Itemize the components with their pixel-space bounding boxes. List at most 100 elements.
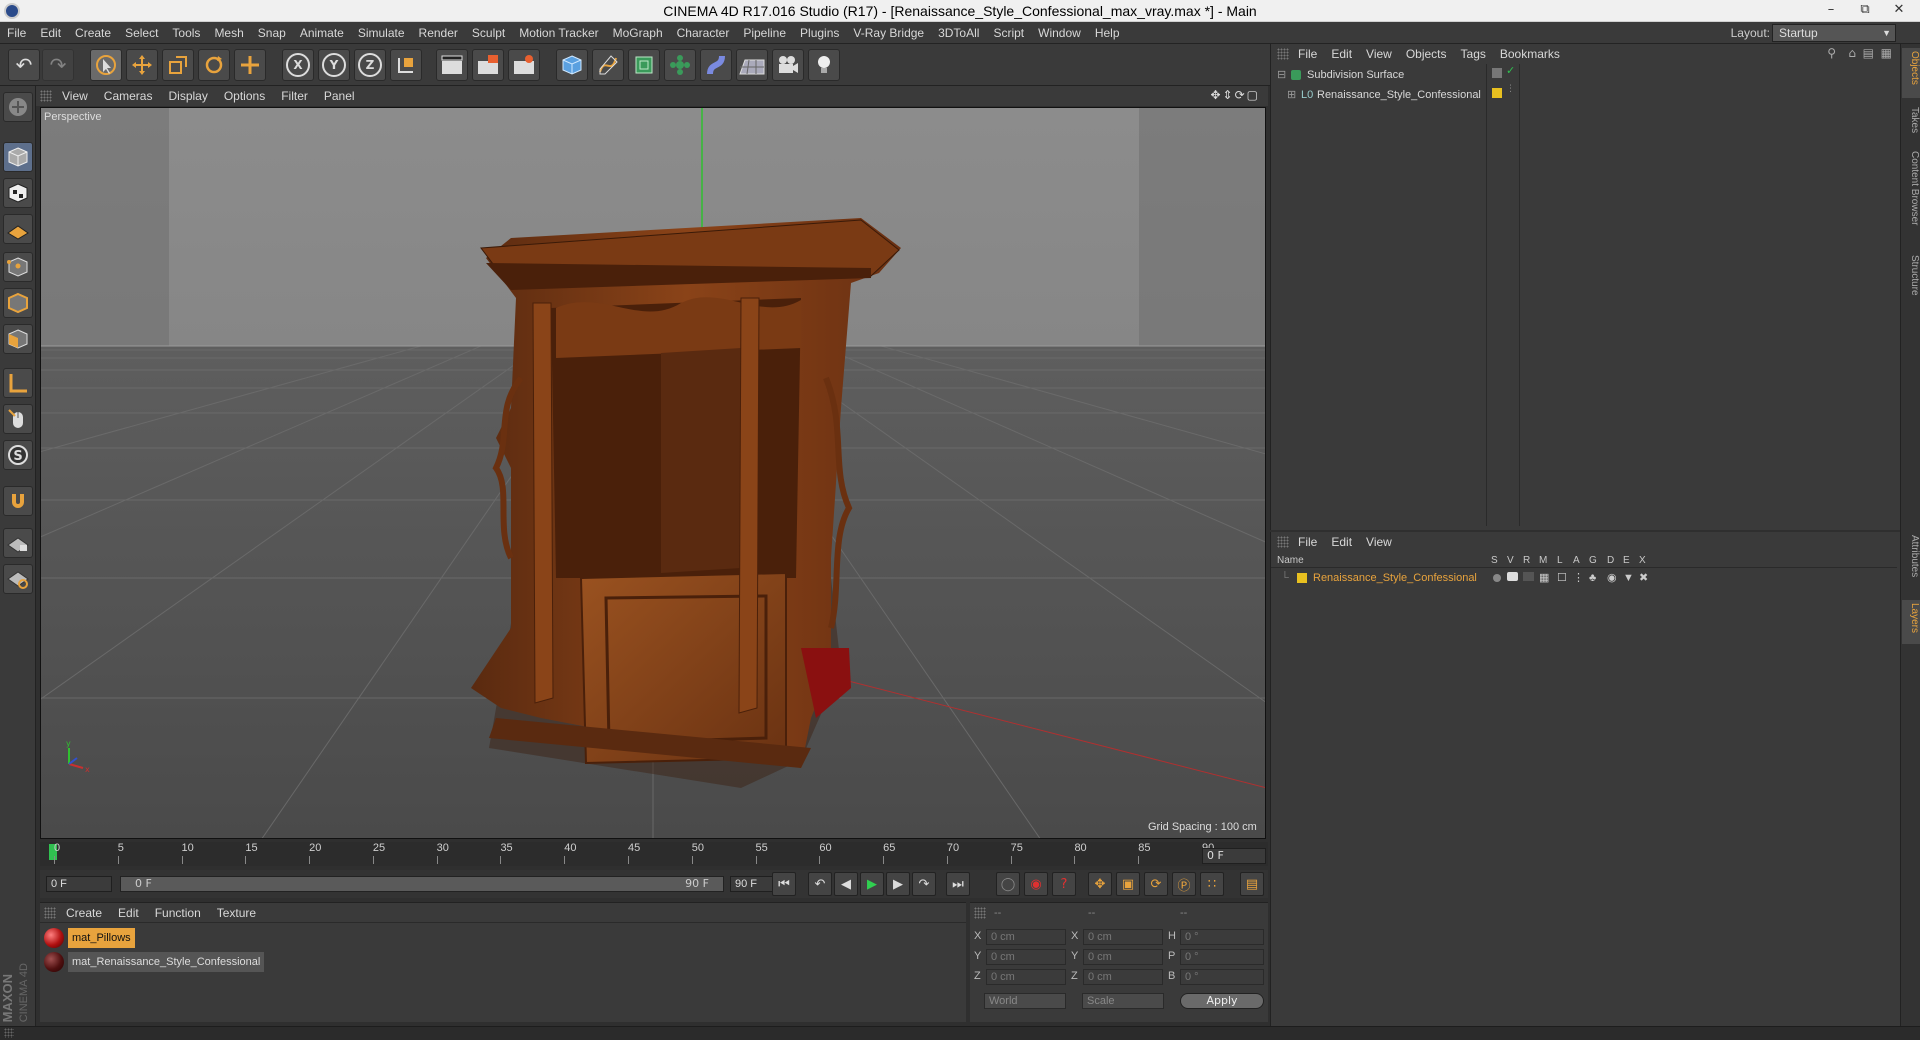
object-row-confessional[interactable]: ⊞ L0 Renaissance_Style_Confessional bbox=[1271, 86, 1487, 104]
viewport-menu-view[interactable]: View bbox=[54, 86, 96, 106]
add-floor-button[interactable] bbox=[736, 49, 768, 81]
y-axis-lock-button[interactable]: Y bbox=[318, 49, 350, 81]
go-to-start-button[interactable]: ⏮ bbox=[772, 872, 796, 896]
column-manager[interactable]: M bbox=[1539, 554, 1547, 568]
column-render[interactable]: R bbox=[1523, 554, 1530, 568]
pos-z-field[interactable]: 0 cm bbox=[986, 969, 1066, 985]
xref-icon[interactable]: ✖ bbox=[1639, 570, 1648, 586]
visibility-dots-icon[interactable]: ⋮ bbox=[1506, 84, 1515, 94]
object-menu-file[interactable]: File bbox=[1291, 44, 1324, 64]
menu-simulate[interactable]: Simulate bbox=[351, 22, 412, 44]
rot-b-field[interactable]: 0 ° bbox=[1180, 969, 1264, 985]
redo-button[interactable]: ↷ bbox=[42, 49, 74, 81]
object-menu-bookmarks[interactable]: Bookmarks bbox=[1493, 44, 1567, 64]
previous-frame-button[interactable]: ◀ bbox=[834, 872, 858, 896]
layer-color-swatch[interactable] bbox=[1492, 88, 1502, 98]
size-z-field[interactable]: 0 cm bbox=[1083, 969, 1163, 985]
timeline-window-button[interactable]: ▤ bbox=[1240, 872, 1264, 896]
enabled-check-icon[interactable]: ✓ bbox=[1506, 64, 1515, 77]
record-position-button[interactable]: ✥ bbox=[1088, 872, 1112, 896]
current-frame-field[interactable]: 0 F bbox=[1202, 848, 1266, 864]
frame-range-slider[interactable]: 0 F 90 F bbox=[120, 876, 724, 892]
add-camera-button[interactable] bbox=[772, 49, 804, 81]
rotate-button[interactable] bbox=[198, 49, 230, 81]
go-to-end-button[interactable]: ⏭ bbox=[946, 872, 970, 896]
viewport-menu-panel[interactable]: Panel bbox=[316, 86, 363, 106]
expression-icon[interactable]: ▼ bbox=[1623, 570, 1634, 586]
coordinate-system-button[interactable] bbox=[390, 49, 422, 81]
expand-toggle-icon[interactable]: ⊟ bbox=[1277, 66, 1286, 84]
edges-mode-button[interactable] bbox=[3, 288, 33, 318]
column-generators[interactable]: G bbox=[1589, 554, 1597, 568]
minimize-button[interactable]: – bbox=[1814, 1, 1848, 21]
rot-p-field[interactable]: 0 ° bbox=[1180, 949, 1264, 965]
menu-tools[interactable]: Tools bbox=[165, 22, 207, 44]
tab-structure[interactable]: Structure bbox=[1902, 252, 1920, 312]
menu-plugins[interactable]: Plugins bbox=[793, 22, 846, 44]
layer-menu-edit[interactable]: Edit bbox=[1324, 532, 1359, 552]
animation-icon[interactable]: ⋮ bbox=[1573, 570, 1584, 586]
render-to-picture-viewer-button[interactable] bbox=[472, 49, 504, 81]
menu-render[interactable]: Render bbox=[412, 22, 465, 44]
layer-toggle-icon[interactable] bbox=[1492, 68, 1502, 78]
size-y-field[interactable]: 0 cm bbox=[1083, 949, 1163, 965]
viewport-nav-icons[interactable]: ✥⇕⟳▢ bbox=[1210, 88, 1260, 102]
locked-workplane-button[interactable] bbox=[3, 528, 33, 558]
enable-snap-button[interactable] bbox=[3, 486, 33, 516]
add-deformer-button[interactable] bbox=[700, 49, 732, 81]
workplane-mode-button[interactable] bbox=[3, 214, 33, 244]
menu-motion-tracker[interactable]: Motion Tracker bbox=[512, 22, 605, 44]
eye-icon[interactable] bbox=[1507, 572, 1518, 581]
object-menu-objects[interactable]: Objects bbox=[1399, 44, 1454, 64]
axis-mode-button[interactable] bbox=[3, 368, 33, 398]
play-button[interactable]: ▶ bbox=[860, 872, 884, 896]
layer-color-swatch[interactable] bbox=[1297, 573, 1307, 583]
menu-mograph[interactable]: MoGraph bbox=[606, 22, 670, 44]
menu-vray-bridge[interactable]: V-Ray Bridge bbox=[846, 22, 931, 44]
menu-select[interactable]: Select bbox=[118, 22, 165, 44]
pos-x-field[interactable]: 0 cm bbox=[986, 929, 1066, 945]
apply-button[interactable]: Apply bbox=[1180, 993, 1264, 1009]
layer-menu-file[interactable]: File bbox=[1291, 532, 1324, 552]
material-menu-create[interactable]: Create bbox=[58, 903, 110, 923]
live-selection-button[interactable] bbox=[90, 49, 122, 81]
render-settings-button[interactable] bbox=[508, 49, 540, 81]
make-editable-button[interactable] bbox=[3, 92, 33, 122]
layer-row[interactable]: └ Renaissance_Style_Confessional ▦ ☐ ⋮ ♣… bbox=[1271, 570, 1897, 586]
column-expressions[interactable]: E bbox=[1623, 554, 1630, 568]
search-icon[interactable]: ⚲ bbox=[1827, 46, 1836, 60]
menu-create[interactable]: Create bbox=[68, 22, 118, 44]
autokeying-button[interactable]: ◉ bbox=[1024, 872, 1048, 896]
tab-objects[interactable]: Objects bbox=[1902, 48, 1920, 98]
lock-icon[interactable]: ☐ bbox=[1557, 570, 1567, 586]
column-deformers[interactable]: D bbox=[1607, 554, 1614, 568]
3d-viewport[interactable]: y x bbox=[40, 107, 1266, 839]
menu-edit[interactable]: Edit bbox=[33, 22, 68, 44]
close-button[interactable]: ✕ bbox=[1882, 1, 1916, 21]
collapse-icon[interactable]: ▤ bbox=[1863, 46, 1874, 60]
add-spline-button[interactable] bbox=[592, 49, 624, 81]
tab-layers[interactable]: Layers bbox=[1902, 600, 1920, 644]
undo-button[interactable]: ↶ bbox=[8, 49, 40, 81]
menu-help[interactable]: Help bbox=[1088, 22, 1127, 44]
record-active-objects-button[interactable]: ◯ bbox=[996, 872, 1020, 896]
move-button[interactable] bbox=[126, 49, 158, 81]
column-locked[interactable]: L bbox=[1557, 554, 1563, 568]
add-light-button[interactable] bbox=[808, 49, 840, 81]
size-mode-select[interactable]: Scale bbox=[1082, 993, 1164, 1009]
model-mode-button[interactable] bbox=[3, 142, 33, 172]
solo-dot-icon[interactable] bbox=[1493, 574, 1501, 582]
menu-sculpt[interactable]: Sculpt bbox=[465, 22, 512, 44]
material-item-pillows[interactable]: mat_Pillows bbox=[44, 927, 184, 949]
layer-name[interactable]: Renaissance_Style_Confessional bbox=[1313, 570, 1477, 586]
tab-content-browser[interactable]: Content Browser bbox=[1902, 148, 1920, 248]
column-name[interactable]: Name bbox=[1277, 554, 1304, 568]
add-cloner-button[interactable] bbox=[664, 49, 696, 81]
coordinate-mode-select[interactable]: World bbox=[984, 993, 1066, 1009]
render-icon[interactable] bbox=[1523, 572, 1534, 581]
scale-button[interactable] bbox=[162, 49, 194, 81]
column-view[interactable]: V bbox=[1507, 554, 1514, 568]
menu-character[interactable]: Character bbox=[670, 22, 737, 44]
tweak-mode-button[interactable] bbox=[3, 404, 33, 434]
record-point-level-button[interactable]: ∷ bbox=[1200, 872, 1224, 896]
